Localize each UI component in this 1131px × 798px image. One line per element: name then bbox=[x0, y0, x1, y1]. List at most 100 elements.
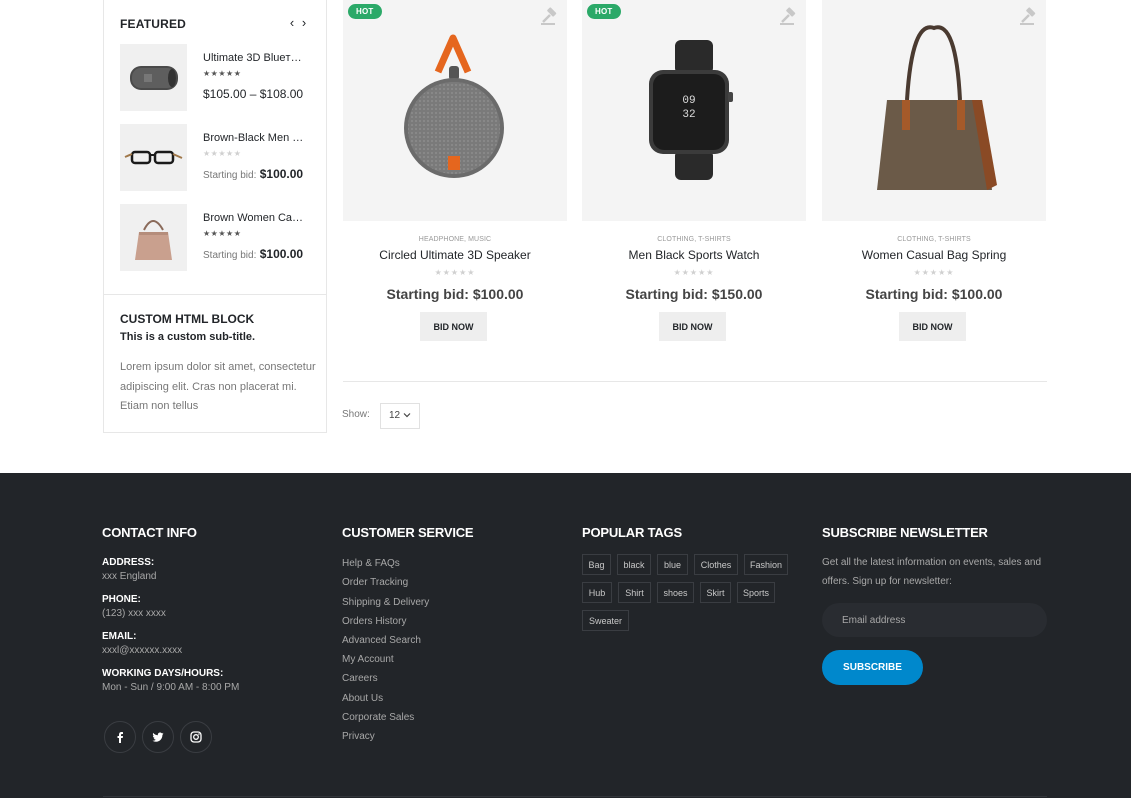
tag[interactable]: Shirt bbox=[618, 582, 651, 603]
show-count-value: 12 bbox=[389, 410, 401, 421]
footer-link-order-tracking[interactable]: Order Tracking bbox=[342, 577, 408, 588]
featured-item-price: Starting bid: $100.00 bbox=[203, 167, 303, 181]
featured-item[interactable]: Brown Women Ca… ★★★★★ Starting bid: $100… bbox=[120, 204, 320, 271]
gavel-icon[interactable] bbox=[539, 6, 559, 26]
footer-link-shipping[interactable]: Shipping & Delivery bbox=[342, 597, 429, 608]
featured-next-button[interactable]: › bbox=[300, 15, 308, 30]
email-value[interactable]: xxxl@xxxxxx.xxxx bbox=[102, 645, 182, 656]
featured-nav: ‹ › bbox=[288, 15, 308, 30]
instagram-link[interactable] bbox=[180, 721, 212, 753]
customer-service-title: CUSTOMER SERVICE bbox=[342, 525, 474, 540]
gavel-icon[interactable] bbox=[778, 6, 798, 26]
bid-now-button[interactable]: BID NOW bbox=[659, 312, 726, 341]
footer-link-privacy[interactable]: Privacy bbox=[342, 731, 375, 742]
page: FEATURED ‹ › Ultimate 3D Blueт… ★★★★★ $1… bbox=[0, 0, 1131, 798]
price-value: $100.00 bbox=[259, 167, 304, 181]
hot-badge: HOT bbox=[348, 4, 382, 19]
product-rating: ★★★★★ bbox=[434, 268, 476, 277]
product-image[interactable]: 09 32 HOT bbox=[582, 0, 806, 221]
svg-text:32: 32 bbox=[682, 109, 695, 121]
custom-block-subtitle: This is a custom sub-title. bbox=[120, 331, 256, 343]
featured-item[interactable]: Ultimate 3D Blueт… ★★★★★ $105.00 – $108.… bbox=[120, 44, 320, 111]
featured-item-price: $105.00 – $108.00 bbox=[203, 87, 303, 101]
product-categories[interactable]: CLOTHING, T-SHIRTS bbox=[822, 236, 1046, 243]
bid-now-button[interactable]: BID NOW bbox=[899, 312, 966, 341]
products-divider bbox=[343, 381, 1047, 382]
tag[interactable]: Clothes bbox=[694, 554, 738, 575]
email-label: EMAIL: bbox=[102, 631, 137, 642]
featured-item-name[interactable]: Brown Women Ca… bbox=[203, 212, 313, 224]
tag[interactable]: Sweater bbox=[582, 610, 629, 631]
product-price: Starting bid: $150.00 bbox=[625, 286, 763, 302]
bag-thumbnail[interactable] bbox=[120, 204, 187, 271]
featured-item-name[interactable]: Ultimate 3D Blueт… bbox=[203, 52, 313, 64]
tag[interactable]: black bbox=[617, 554, 651, 575]
product-categories[interactable]: HEADPHONE, MUSIC bbox=[343, 236, 567, 243]
twitter-link[interactable] bbox=[142, 721, 174, 753]
facebook-link[interactable] bbox=[104, 721, 136, 753]
show-count-select[interactable]: 12 bbox=[380, 403, 420, 429]
contact-info-title: CONTACT INFO bbox=[102, 525, 197, 540]
featured-item-price: Starting bid: $100.00 bbox=[203, 247, 303, 261]
footer-link-help[interactable]: Help & FAQs bbox=[342, 558, 400, 569]
featured-item-rating: ★★★★★ bbox=[203, 69, 242, 78]
footer-divider bbox=[103, 796, 1047, 797]
tag[interactable]: blue bbox=[657, 554, 688, 575]
product-image[interactable] bbox=[822, 0, 1046, 221]
bid-now-button[interactable]: BID NOW bbox=[420, 312, 487, 341]
footer-link-corporate-sales[interactable]: Corporate Sales bbox=[342, 712, 414, 723]
email-input[interactable] bbox=[822, 603, 1047, 637]
price-range: $105.00 – $108.00 bbox=[203, 87, 304, 101]
product-name[interactable]: Men Black Sports Watch bbox=[582, 248, 806, 262]
hot-badge: HOT bbox=[587, 4, 621, 19]
show-label: Show: bbox=[342, 409, 370, 420]
tag[interactable]: Hub bbox=[582, 582, 612, 603]
subscribe-button[interactable]: SUBSCRIBE bbox=[822, 650, 923, 685]
instagram-icon bbox=[190, 731, 202, 743]
tag[interactable]: Bag bbox=[582, 554, 611, 575]
tag[interactable]: shoes bbox=[657, 582, 694, 603]
footer-link-advanced-search[interactable]: Advanced Search bbox=[342, 635, 421, 646]
popular-tags-title: POPULAR TAGS bbox=[582, 525, 682, 540]
product-price: Starting bid: $100.00 bbox=[386, 286, 524, 302]
glasses-thumbnail[interactable] bbox=[120, 124, 187, 191]
product-image[interactable]: HOT bbox=[343, 0, 567, 221]
tag[interactable]: Skirt bbox=[700, 582, 731, 603]
sidebar-divider bbox=[104, 294, 326, 295]
footer-link-my-account[interactable]: My Account bbox=[342, 654, 394, 665]
featured-title: FEATURED bbox=[120, 17, 187, 31]
price-value: $100.00 bbox=[259, 247, 304, 261]
facebook-icon bbox=[117, 732, 123, 743]
footer-link-about-us[interactable]: About Us bbox=[342, 693, 383, 704]
tag[interactable]: Fashion bbox=[744, 554, 788, 575]
featured-item-name[interactable]: Brown-Black Men … bbox=[203, 132, 313, 144]
featured-item-rating: ★★★★★ bbox=[203, 229, 242, 238]
twitter-icon bbox=[152, 732, 164, 742]
product-categories[interactable]: CLOTHING, T-SHIRTS bbox=[582, 236, 806, 243]
newsletter-text: Get all the latest information on events… bbox=[822, 557, 1042, 587]
newsletter-title: SUBSCRIBE NEWSLETTER bbox=[822, 525, 988, 540]
featured-prev-button[interactable]: ‹ bbox=[288, 15, 296, 30]
product-rating: ★★★★★ bbox=[673, 268, 715, 277]
hours-label: WORKING DAYS/HOURS: bbox=[102, 668, 224, 679]
address-label: ADDRESS: bbox=[102, 557, 155, 568]
phone-label: PHONE: bbox=[102, 594, 141, 605]
product-name[interactable]: Circled Ultimate 3D Speaker bbox=[343, 248, 567, 262]
price-label: Starting bid: bbox=[203, 250, 257, 261]
footer-link-careers[interactable]: Careers bbox=[342, 673, 378, 684]
featured-item-rating: ★★★★★ bbox=[203, 149, 242, 158]
address-value: xxx England bbox=[102, 571, 157, 582]
product-name[interactable]: Women Casual Bag Spring bbox=[822, 248, 1046, 262]
footer-link-orders-history[interactable]: Orders History bbox=[342, 616, 406, 627]
footer: CONTACT INFO ADDRESS: xxx England PHONE:… bbox=[0, 473, 1131, 798]
hours-value: Mon - Sun / 9:00 AM - 8:00 PM bbox=[102, 682, 240, 693]
gavel-icon[interactable] bbox=[1018, 6, 1038, 26]
phone-value[interactable]: (123) xxx xxxx bbox=[102, 608, 166, 619]
tag[interactable]: Sports bbox=[737, 582, 775, 603]
price-label: Starting bid: bbox=[203, 170, 257, 181]
chevron-down-icon bbox=[403, 413, 411, 418]
speaker-thumbnail[interactable] bbox=[120, 44, 187, 111]
custom-block-title: CUSTOM HTML BLOCK bbox=[120, 312, 255, 326]
svg-text:09: 09 bbox=[682, 95, 695, 107]
featured-item[interactable]: Brown-Black Men … ★★★★★ Starting bid: $1… bbox=[120, 124, 320, 191]
